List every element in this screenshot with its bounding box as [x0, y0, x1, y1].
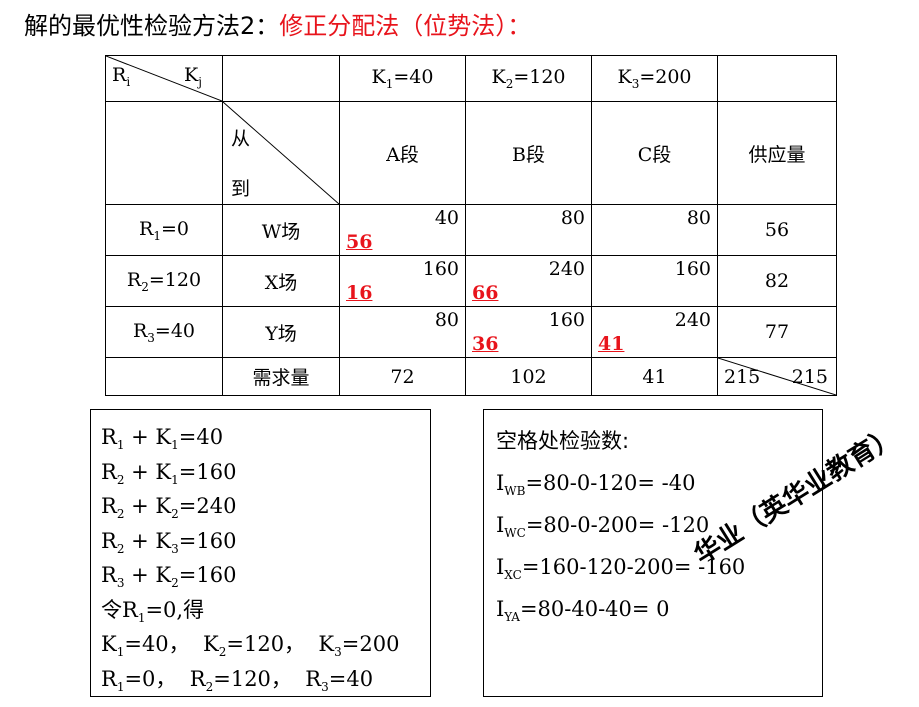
r-value-1: R1=0	[105, 204, 223, 256]
check-numbers-box: 空格处检验数: IWB=80-0-120= -40 IWC=80-0-200= …	[483, 409, 823, 697]
row-name-x: X场	[222, 255, 340, 307]
supply-w: 56	[717, 204, 837, 256]
col-header-a: A段	[339, 101, 466, 205]
cell-y-c: 240 41	[591, 306, 718, 358]
r-value-2: R2=120	[105, 255, 223, 307]
total-cell: 215 215	[717, 357, 837, 396]
equation-line: R3 + K2=160	[101, 563, 237, 591]
cell-w-b: 80	[465, 204, 592, 256]
corner-ri-label: Ri	[112, 64, 131, 89]
cell-x-a: 160 16	[339, 255, 466, 307]
blank-cell	[105, 357, 223, 396]
supply-header: 供应量	[717, 101, 837, 205]
blank-header-cell	[222, 55, 340, 102]
r-value-3: R3=40	[105, 306, 223, 358]
k-header-1: K1=40	[339, 55, 466, 102]
cell-w-c: 80	[591, 204, 718, 256]
supply-y: 77	[717, 306, 837, 358]
cell-w-a: 40 56	[339, 204, 466, 256]
col-header-c: C段	[591, 101, 718, 205]
potential-equations-box: R1 + K1=40 R2 + K1=160 R2 + K2=240 R2 + …	[90, 409, 431, 697]
cell-x-b: 240 66	[465, 255, 592, 307]
title-prefix: 解的最优性检验方法2：	[24, 12, 280, 40]
equation-line: R1 + K1=40	[101, 425, 224, 453]
equation-line: R2 + K2=240	[101, 494, 237, 522]
check-heading: 空格处检验数:	[496, 429, 630, 453]
row-name-w: W场	[222, 204, 340, 256]
page-title: 解的最优性检验方法2：修正分配法（位势法）：	[24, 6, 531, 41]
demand-label: 需求量	[222, 357, 340, 396]
let-line: 令R1=0,得	[101, 597, 205, 625]
r-result-line: R1=0， R2=120， R3=40	[101, 666, 374, 694]
supply-x: 82	[717, 255, 837, 307]
title-highlight: 修正分配法（位势法）：	[279, 12, 532, 40]
blank-cell	[105, 101, 223, 205]
transport-table: Ri Kj K1=40 K2=120 K3=200 从 到 A段 B段 C段 供…	[105, 55, 837, 396]
to-label: 到	[231, 178, 251, 200]
from-to-cell: 从 到	[222, 101, 340, 205]
equation-line: R2 + K3=160	[101, 528, 237, 556]
col-header-b: B段	[465, 101, 592, 205]
blank-header-cell	[717, 55, 837, 102]
from-label: 从	[231, 128, 251, 150]
cell-x-c: 160	[591, 255, 718, 307]
check-item: IYA=80-40-40= 0	[496, 597, 670, 625]
check-item: IXC=160-120-200= -160	[496, 555, 746, 583]
k-result-line: K1=40， K2=120， K3=200	[101, 632, 400, 660]
corner-cell: Ri Kj	[105, 55, 223, 102]
total-supply: 215	[724, 366, 761, 388]
cell-y-b: 160 36	[465, 306, 592, 358]
k-header-2: K2=120	[465, 55, 592, 102]
total-demand: 215	[791, 366, 828, 388]
demand-a: 72	[339, 357, 466, 396]
corner-kj-label: Kj	[184, 64, 202, 89]
cell-y-a: 80	[339, 306, 466, 358]
row-name-y: Y场	[222, 306, 340, 358]
demand-c: 41	[591, 357, 718, 396]
k-header-3: K3=200	[591, 55, 718, 102]
demand-b: 102	[465, 357, 592, 396]
equation-line: R2 + K1=160	[101, 459, 237, 487]
